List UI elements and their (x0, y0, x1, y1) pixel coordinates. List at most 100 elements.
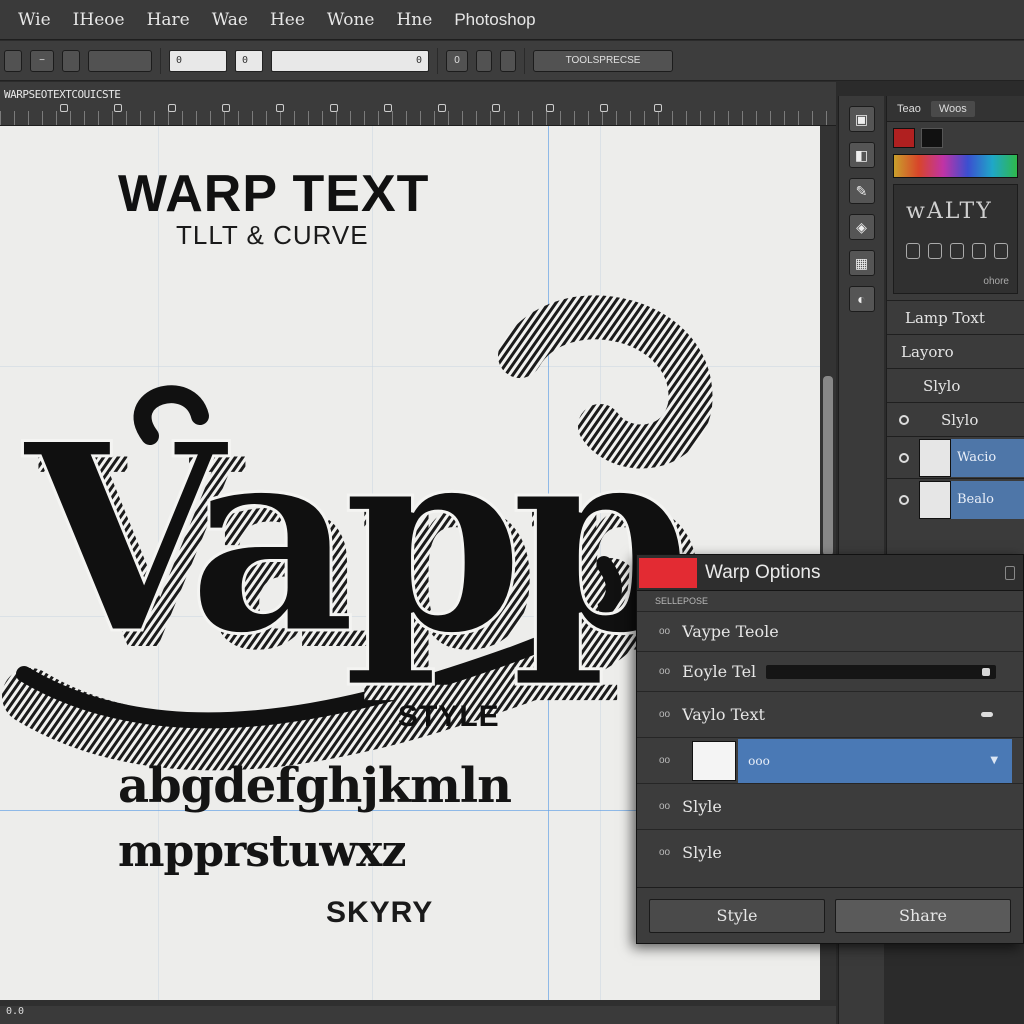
visibility-eye-icon[interactable] (899, 414, 909, 425)
panel-row-style[interactable]: Slylo (887, 368, 1024, 402)
row-label: Vaype Teole (682, 622, 779, 641)
option-field-c[interactable]: 0 (271, 49, 429, 72)
dialog-selected-row[interactable]: oo ooo ▼ (637, 737, 1023, 783)
options-bar: − 0 0 0 0 TOOLSPRECSE (0, 41, 1024, 81)
type-tool-icon[interactable]: ▣ (848, 106, 875, 132)
visibility-eye-icon[interactable] (899, 452, 909, 463)
gradient-tool-icon[interactable]: ▦ (848, 250, 875, 276)
row-label: Slyle (682, 797, 722, 816)
canvas-footer-word: SKYRY (326, 896, 434, 929)
menu-item-5[interactable]: Hee (270, 10, 305, 30)
option-field-a[interactable]: 0 (169, 49, 227, 72)
share-button[interactable]: Share (835, 898, 1011, 933)
layer-name: Wacio (951, 438, 1024, 477)
panel-row-warp-text[interactable]: Lamp Toxt (887, 300, 1024, 334)
glyphs-preview[interactable]: wALTY ohore (893, 184, 1018, 294)
menu-item-2[interactable]: IHeoe (73, 10, 125, 30)
tab-swatches[interactable]: Woos (930, 100, 975, 117)
app-name-label: Photoshop (454, 9, 536, 29)
menu-bar: Wie IHeoe Hare Wae Hee Wone Hne Photosho… (0, 0, 1024, 40)
row-tick: oo (659, 666, 671, 677)
close-icon[interactable] (1005, 565, 1015, 580)
canvas-heading: WARP TEXT (118, 165, 430, 223)
bend-slider[interactable] (766, 664, 997, 679)
dialog-option-row[interactable]: oo Slyle (637, 829, 1023, 875)
dialog-option-row[interactable]: oo Slyle (637, 783, 1023, 829)
layers-tool-icon[interactable]: ◧ (848, 142, 875, 168)
art-word: Vapp (20, 387, 685, 692)
chevron-down-icon[interactable] (981, 712, 993, 717)
alphabet-line-1: abgdefghjkmln (118, 758, 512, 814)
background-color-swatch[interactable] (921, 128, 943, 148)
glyph-icons (906, 243, 1008, 259)
menu-item-6[interactable]: Wone (327, 10, 375, 30)
color-icon-button[interactable] (500, 49, 516, 72)
selected-style-label: ooo (748, 753, 770, 768)
style-button[interactable]: Style (649, 898, 825, 933)
dropdown-arrow-icon[interactable]: ▼ (990, 755, 998, 766)
warp-options-dialog: Warp Options SELLEPOSE oo Vaype Teole oo… (636, 554, 1024, 944)
shape-tool-icon[interactable]: ◈ (848, 214, 875, 240)
brush-tool-icon[interactable]: ✎ (848, 178, 875, 204)
layer-thumbnail (919, 480, 951, 519)
color-swatches (887, 122, 1024, 148)
layer-row[interactable]: Bealo (887, 478, 1024, 520)
properties-panel: Teao Woos wALTY ohore Lamp Toxt Layoro S… (886, 96, 1024, 556)
tab-color[interactable]: Teao (897, 103, 921, 115)
glyph-icon[interactable] (906, 243, 920, 259)
glyph-icon[interactable] (950, 243, 964, 259)
ruler-label: WARPSEOTEXTCOUICSTE (4, 88, 121, 101)
warp-icon-button[interactable]: 0 (446, 49, 468, 72)
menu-item-1[interactable]: Wie (18, 10, 51, 30)
layer-row-style[interactable]: Slylo (887, 402, 1024, 436)
menu-item-7[interactable]: Hne (396, 10, 432, 30)
option-select[interactable] (88, 49, 152, 72)
dialog-title-bar[interactable]: Warp Options (637, 555, 1023, 591)
style-swatch[interactable] (692, 740, 737, 781)
menu-item-3[interactable]: Hare (147, 10, 190, 30)
dialog-dropdown-row[interactable]: oo Vaylo Text (637, 691, 1023, 737)
menu-item-4[interactable]: Wae (212, 10, 248, 30)
divider (437, 47, 438, 74)
color-spectrum[interactable] (893, 154, 1018, 178)
dialog-slider-row[interactable]: oo Eoyle Tel (637, 651, 1023, 691)
option-field-b[interactable]: 0 (235, 49, 263, 72)
row-tick: oo (659, 801, 671, 812)
tool-presets-button[interactable]: TOOLSPRECSE (533, 49, 673, 72)
alphabet-line-2: mpprstuwxz (118, 826, 406, 877)
layer-thumbnail (919, 438, 951, 477)
status-bar: 0.0 (0, 1006, 836, 1024)
glyph-icon[interactable] (928, 243, 942, 259)
glyph-icon[interactable] (972, 243, 986, 259)
adjust-tool-icon[interactable]: ◐ (848, 286, 875, 312)
visibility-eye-icon[interactable] (899, 494, 909, 505)
row-label: Vaylo Text (682, 705, 765, 724)
style-label: STYLE (398, 700, 500, 733)
dialog-option-row[interactable]: oo Vaype Teole (637, 611, 1023, 651)
glyph-icon[interactable] (994, 243, 1008, 259)
layer-row[interactable]: Wacio (887, 436, 1024, 478)
tool-preset-button[interactable] (4, 49, 22, 72)
row-tick: oo (659, 709, 671, 720)
align-icon-button[interactable] (476, 49, 492, 72)
row-label: Slyle (682, 843, 722, 862)
dialog-caption: SELLEPOSE (655, 596, 709, 606)
row-tick: oo (659, 847, 671, 858)
foreground-color-swatch[interactable] (893, 128, 915, 148)
option-toggle-button[interactable] (62, 49, 80, 72)
horizontal-ruler[interactable]: WARPSEOTEXTCOUICSTE (0, 82, 836, 126)
divider (524, 47, 525, 74)
panel-row-layers[interactable]: Layoro (887, 334, 1024, 368)
dialog-title: Warp Options (705, 561, 821, 583)
minus-button[interactable]: − (30, 49, 54, 72)
glyph-footer: ohore (983, 276, 1009, 287)
selected-style-field[interactable]: ooo ▼ (738, 738, 1013, 783)
layer-name: Bealo (951, 480, 1024, 519)
scrollbar-thumb[interactable] (823, 376, 833, 556)
layer-row-label: Slylo (941, 410, 979, 429)
dialog-footer: Style Share (637, 887, 1023, 943)
row-tick: oo (659, 755, 671, 766)
row-label: Eoyle Tel (682, 662, 757, 681)
ruler-ticks (0, 111, 836, 125)
divider (160, 47, 161, 74)
